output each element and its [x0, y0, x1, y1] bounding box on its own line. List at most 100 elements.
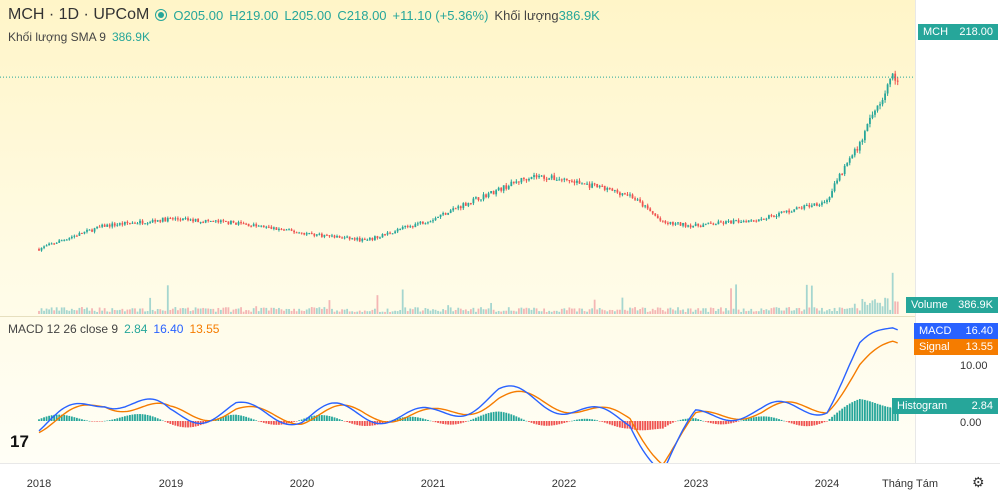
symbol-legend: MCH · 1D · UPCoM O205.00 H219.00 L205.00…: [8, 6, 600, 24]
histogram-bar: [553, 421, 556, 426]
histogram-bar: [452, 421, 455, 425]
ohlc-open: O205.00: [173, 7, 224, 23]
volume-bar: [394, 310, 397, 314]
candle-body: [601, 185, 604, 187]
candle-body: [202, 222, 205, 224]
histogram-bar: [477, 416, 480, 421]
volume-bar: [727, 310, 730, 314]
volume-bar: [636, 310, 639, 314]
volume-bar: [631, 308, 634, 314]
macd-pane[interactable]: [0, 317, 915, 474]
volume-bar: [747, 310, 750, 314]
gear-icon[interactable]: ⚙: [972, 474, 985, 491]
macd-legend[interactable]: MACD 12 26 close 9 2.84 16.40 13.55: [8, 322, 219, 336]
candle-body: [459, 206, 462, 209]
candle-body: [646, 205, 649, 209]
volume-bar: [123, 311, 126, 314]
tradingview-logo[interactable]: 17: [10, 432, 40, 454]
candle-body: [58, 240, 61, 243]
volume-bar: [646, 311, 649, 314]
histogram-bar: [154, 417, 157, 421]
candle-body: [156, 220, 159, 222]
histogram-bar: [765, 416, 768, 421]
candle-body: [209, 220, 212, 222]
candle-body: [717, 221, 720, 225]
volume-bar: [500, 311, 503, 314]
candle-body: [230, 220, 232, 225]
candle-body: [828, 197, 831, 201]
histogram-bar: [126, 415, 129, 421]
volume-bar: [742, 308, 745, 314]
price-axis[interactable]: [915, 0, 1000, 463]
volume-bar: [280, 309, 283, 314]
candle-body: [416, 223, 419, 225]
candle-body: [419, 221, 422, 224]
histogram-bar: [91, 421, 93, 422]
candle-body: [134, 222, 136, 224]
histogram-bar: [861, 399, 864, 421]
histogram-bar: [798, 421, 801, 426]
candle-body: [712, 223, 715, 225]
volume-bar: [687, 308, 689, 314]
sma-legend[interactable]: Khối lượng SMA 9 386.9K: [8, 30, 150, 44]
volume-bar: [841, 307, 844, 314]
histogram-bar: [187, 421, 189, 428]
symbol-title[interactable]: MCH · 1D · UPCoM: [8, 6, 149, 24]
histogram-bar: [828, 418, 831, 421]
histogram-bar: [722, 421, 725, 425]
histogram-bar: [166, 421, 169, 423]
volume-bar: [338, 311, 341, 314]
candle-body: [550, 175, 553, 179]
volume-bar: [401, 289, 404, 314]
candle-body: [40, 247, 43, 251]
macd-tag: MACD 16.40: [914, 323, 998, 339]
candle-body: [821, 202, 823, 205]
volume-bar: [641, 307, 644, 314]
volume-bar: [598, 307, 601, 314]
month-label: Tháng Tám: [881, 478, 939, 490]
candle-body: [783, 211, 785, 213]
candle-body: [558, 179, 561, 181]
volume-bar: [677, 307, 679, 314]
chart-area[interactable]: [0, 0, 915, 474]
candle-body: [343, 237, 346, 239]
histogram-bar: [38, 419, 40, 421]
candle-body: [353, 238, 356, 240]
price-pane[interactable]: [0, 0, 915, 316]
volume-bar: [169, 309, 172, 314]
volume-bar: [831, 311, 833, 314]
volume-bar: [182, 308, 184, 314]
histogram-bar: [333, 417, 336, 421]
histogram-bar: [863, 399, 866, 421]
candle-body: [409, 226, 412, 228]
candle-body: [512, 181, 515, 183]
volume-bar: [98, 307, 101, 314]
histogram-bar: [593, 419, 596, 421]
time-axis[interactable]: [0, 463, 1000, 499]
histogram-bar: [651, 421, 654, 430]
candle-body: [464, 203, 467, 206]
histogram-bar: [833, 414, 836, 421]
histogram-bar: [116, 418, 119, 421]
candle-body: [730, 220, 732, 224]
year-label: 2021: [420, 478, 446, 490]
candle-body: [121, 223, 124, 225]
volume-bar: [626, 310, 629, 314]
histogram-bar: [469, 419, 472, 421]
volume-bar: [651, 308, 654, 314]
volume-bar: [714, 311, 717, 314]
candle-body: [60, 240, 63, 242]
volume-bar: [775, 307, 778, 314]
volume-bar: [83, 309, 86, 314]
volume-bar: [528, 308, 530, 314]
volume-bar: [482, 309, 485, 314]
volume-bar: [356, 311, 359, 314]
candle-body: [490, 191, 492, 194]
candle-body: [346, 236, 349, 238]
histogram-bar: [232, 414, 235, 421]
macd-legend-label: MACD 12 26 close 9: [8, 322, 119, 336]
candle-body: [401, 226, 404, 230]
volume-bar: [73, 310, 76, 314]
candle-body: [697, 223, 700, 226]
histogram-bar: [265, 421, 268, 424]
